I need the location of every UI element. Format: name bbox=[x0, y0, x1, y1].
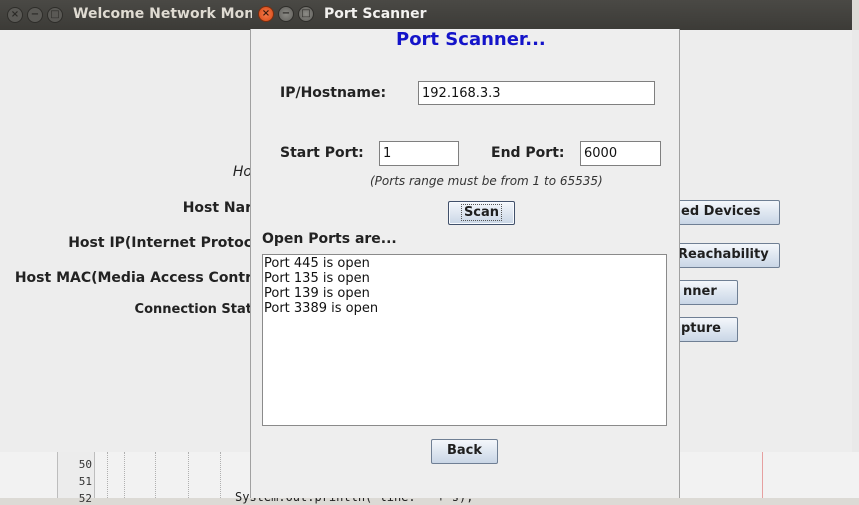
start-port-label: Start Port: bbox=[280, 145, 364, 161]
open-ports-textarea[interactable]: Port 445 is open Port 135 is open Port 1… bbox=[262, 254, 667, 426]
port-range-hint: (Ports range must be from 1 to 65535) bbox=[370, 174, 603, 188]
indent-guide bbox=[107, 452, 108, 498]
ip-hostname-label: IP/Hostname: bbox=[280, 85, 387, 101]
connection-status-label: Connection Stat bbox=[134, 302, 252, 317]
scan-button[interactable]: Scan bbox=[448, 201, 515, 225]
open-port-line: Port 135 is open bbox=[264, 271, 370, 286]
host-name-label: Host Nar bbox=[182, 200, 252, 216]
host-mac-label: Host MAC(Media Access Contr bbox=[14, 270, 252, 286]
indent-guide bbox=[124, 452, 125, 498]
margin-line bbox=[762, 452, 763, 498]
line-number: 51 bbox=[78, 475, 92, 488]
end-port-input[interactable] bbox=[580, 141, 661, 166]
maximize-icon[interactable]: □ bbox=[47, 7, 63, 23]
back-button[interactable]: Back bbox=[431, 439, 498, 464]
dialog-window-title: Port Scanner bbox=[324, 6, 427, 22]
indent-guide bbox=[188, 452, 189, 498]
minimize-icon[interactable]: − bbox=[27, 7, 43, 23]
open-ports-label: Open Ports are... bbox=[262, 231, 397, 247]
open-port-line: Port 139 is open bbox=[264, 286, 370, 301]
line-number: 50 bbox=[78, 458, 92, 471]
host-ip-label: Host IP(Internet Protoc bbox=[68, 235, 252, 251]
ip-hostname-input[interactable] bbox=[418, 81, 655, 105]
open-port-line: Port 445 is open bbox=[264, 256, 370, 271]
close-icon[interactable]: × bbox=[258, 6, 274, 22]
start-port-input[interactable] bbox=[379, 141, 459, 166]
main-window-title: Welcome Network Moni bbox=[73, 6, 259, 22]
port-scanner-titlebar[interactable]: × − □ Port Scanner bbox=[252, 0, 680, 29]
indent-guide bbox=[220, 452, 221, 498]
indent-guide bbox=[155, 452, 156, 498]
maximize-icon[interactable]: □ bbox=[298, 6, 314, 22]
dialog-heading: Port Scanner... bbox=[396, 29, 546, 50]
end-port-label: End Port: bbox=[491, 145, 565, 161]
line-number: 52 bbox=[78, 492, 92, 505]
open-port-line: Port 3389 is open bbox=[264, 301, 379, 316]
scan-button-label: Scan bbox=[460, 204, 503, 221]
close-icon[interactable]: × bbox=[7, 7, 23, 23]
ide-line-number-gutter: 50 51 52 bbox=[57, 452, 95, 505]
minimize-icon[interactable]: − bbox=[278, 6, 294, 22]
